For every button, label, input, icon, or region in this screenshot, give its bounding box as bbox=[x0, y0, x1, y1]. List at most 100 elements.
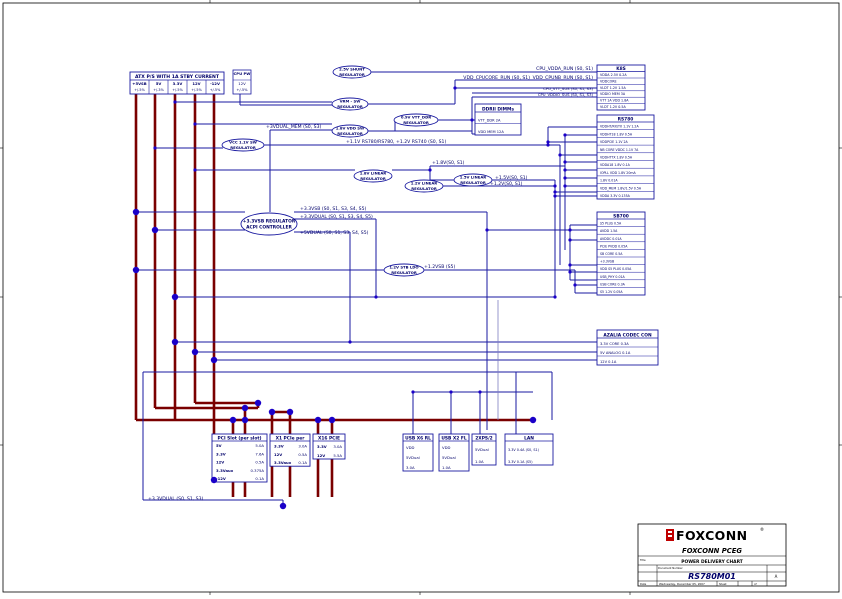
net-cpu-core: VDD_CPUCORE_RUN (S0, S1) bbox=[463, 75, 530, 81]
junction-dot bbox=[279, 502, 287, 510]
table-cell-label: 3.3V bbox=[216, 451, 226, 456]
junction-dot bbox=[553, 184, 557, 188]
net-rs-11: +1.1V RS780/RS780, +1.2V RS740 (S0, S1) bbox=[346, 139, 446, 145]
regulator-label: REGULATOR bbox=[360, 176, 386, 181]
table-cell-label: 12V bbox=[317, 453, 325, 458]
table-lan: LAN 3.3V 0.4A (S0, S1) 3.3V 0.1A (S5) bbox=[504, 433, 554, 466]
junction-dot bbox=[171, 293, 179, 301]
size-code: A bbox=[775, 574, 778, 579]
junction-dot bbox=[268, 408, 276, 416]
table-row: VLDT 1.2V 0.5A bbox=[600, 105, 626, 109]
table-title: DDRII DIMMs bbox=[482, 106, 514, 112]
table-row: S5 1.2V 0.05A bbox=[600, 290, 623, 294]
table-cell-value: 3.0A bbox=[333, 444, 342, 449]
table-row: 3.3V 0.1A (S5) bbox=[508, 460, 533, 464]
table-ddr: DDRII DIMMs VTT_DDR 2A VDD MEM 12A bbox=[474, 103, 522, 136]
junction-dot bbox=[568, 270, 572, 274]
table-row: VDDA 3.3V 0.135A bbox=[600, 194, 631, 198]
regulator-vddr: 1.8V VDD SWREGULATOR bbox=[331, 124, 369, 138]
regulator-label: REGULATOR bbox=[337, 131, 363, 136]
regulator-label: +3.3VSB REGULATOR bbox=[243, 219, 296, 225]
sheet-date: Wednesday, December 05, 2007 bbox=[659, 582, 705, 586]
net-cpu-vdda: CPU_VDDA_RUN (S0, S1) bbox=[536, 66, 593, 72]
junction-dot bbox=[314, 416, 322, 424]
table-row: VTT 1A VDD 1.8A bbox=[600, 99, 629, 103]
table-row: S5 PLUS 0.5A bbox=[600, 222, 622, 226]
junction-dot bbox=[151, 226, 159, 234]
junction-dot bbox=[132, 266, 140, 274]
label-sheet: Sheet bbox=[719, 582, 727, 586]
atx-rail-tolerance: +/-3% bbox=[153, 88, 164, 92]
table-row: VDD MEM 12A bbox=[478, 130, 504, 134]
net-cpu-nb: VDD_CPUNB_RUN (S0, S1) bbox=[533, 75, 594, 81]
table-row: VDDHTTX 1.8V 0.5A bbox=[600, 156, 633, 160]
table-title: LAN bbox=[524, 435, 534, 441]
table-cell-value: 5.5A bbox=[333, 453, 342, 458]
table-cell-value: 0.5A bbox=[298, 452, 307, 457]
junction-dot bbox=[558, 153, 562, 157]
junction-dot bbox=[241, 416, 249, 424]
regulator-label: REGULATOR bbox=[230, 145, 256, 150]
net-33vdual-low: +3.3VDUAL (S0, S1, S3) bbox=[148, 496, 204, 502]
net-dual-mem: +3VDUAL_MEM (S0, S3) bbox=[266, 124, 321, 130]
junction-dot bbox=[546, 140, 550, 144]
junction-dot bbox=[241, 404, 249, 412]
table-k8s: K8SVDDA 2.5V 0.2A VDDCORE VLDT 1.2V 1.5A VD… bbox=[596, 64, 646, 111]
table-title: K8S bbox=[616, 66, 626, 72]
junction-dot bbox=[470, 118, 474, 122]
table-ps2: 2XPS/2 5VDual 1.0A bbox=[471, 433, 497, 466]
junction-dot bbox=[563, 184, 567, 188]
junction-dot bbox=[411, 390, 415, 394]
table-cell-label: 5V bbox=[216, 443, 222, 448]
regulator-label: REGULATOR bbox=[391, 270, 417, 275]
cpu-pw-label: CPU PW bbox=[234, 71, 252, 76]
atx-title: ATX P/S WITH 1A STBY CURRENT bbox=[135, 74, 220, 80]
table-row: 1.8V 0.01A bbox=[600, 179, 618, 183]
table-row: VDD bbox=[442, 445, 451, 450]
regulator-ldo12b: 1.2V LINEARREGULATOR bbox=[404, 179, 444, 193]
table-title: USB X2 FL bbox=[441, 435, 467, 441]
regulator-label: REGULATOR bbox=[411, 186, 437, 191]
table-row: +3.3VSB bbox=[600, 260, 614, 264]
regulator-label: REGULATOR bbox=[339, 72, 365, 77]
table-row: VDD bbox=[406, 445, 415, 450]
table-x16: X16 PCIE 3.3V 3.0A 12V 5.5A bbox=[312, 433, 346, 460]
junction-dot bbox=[568, 263, 572, 267]
junction-dot bbox=[171, 338, 179, 346]
table-row: 1.0A bbox=[442, 465, 451, 470]
table-row: PCIE PVDD 0.05A bbox=[600, 244, 628, 248]
table-title: AZALIA CODEC CON bbox=[603, 332, 652, 338]
table-cell-value: 0.1A bbox=[255, 476, 264, 481]
net-12vsb: +1.2VSB (S5) bbox=[424, 264, 455, 270]
junction-dot bbox=[553, 194, 557, 198]
label-title: Title bbox=[640, 558, 646, 562]
table-usbrl: USB X6 RL VDD 5VDual 3.0A bbox=[402, 433, 434, 472]
junction-dot bbox=[449, 390, 453, 394]
junction-dot bbox=[563, 133, 567, 137]
atx-rail-tolerance: +/-5% bbox=[210, 88, 221, 92]
table-row: 3.0A bbox=[406, 465, 415, 470]
division-name: FOXCONN PCEG bbox=[682, 547, 742, 555]
model-name: RS780M01 bbox=[688, 572, 736, 581]
table-title: X1 PCIe per bbox=[276, 435, 306, 441]
junction-dot bbox=[563, 176, 567, 180]
table-x1: X1 PCIe per 3.3V 3.0A 12V 0.5A 3.3Vaux 0.1A bbox=[269, 433, 311, 467]
table-row: AVDDC 0.01A bbox=[600, 237, 622, 241]
atx-rail-tolerance: +/-5% bbox=[134, 88, 145, 92]
net-cpu-vddio: CPU_VDDIO_SUS (S0, S1, S3) bbox=[538, 92, 594, 97]
table-row: VDD_MEM 1.8V/1.5V 0.5A bbox=[600, 186, 642, 190]
table-row: VDDHT/RX/TX 1.1V 1.2A bbox=[600, 125, 639, 129]
table-row: 5V ANALOG 0.1A bbox=[600, 351, 631, 355]
junction-dot bbox=[573, 283, 577, 287]
atx-rail-name: -12V bbox=[210, 81, 220, 86]
table-rs780: RS780 VDDHT/RX/TX 1.1V 1.2A VDDHT18 1.8V 0… bbox=[596, 114, 655, 200]
junction-dot bbox=[193, 122, 197, 126]
junction-dot bbox=[563, 160, 567, 164]
title-block: FOXCONN ® FOXCONN PCEG Title POWER DELIV… bbox=[637, 523, 787, 587]
junction-dot bbox=[210, 476, 218, 484]
junction-dot bbox=[553, 295, 557, 299]
table-row: 5VDual bbox=[475, 447, 489, 452]
table-row: 3.3V CORE 0.3A bbox=[600, 342, 629, 346]
regulator-shunt: 2.5V SHUNTREGULATOR bbox=[332, 65, 372, 79]
table-row: 1.0A bbox=[475, 459, 484, 464]
